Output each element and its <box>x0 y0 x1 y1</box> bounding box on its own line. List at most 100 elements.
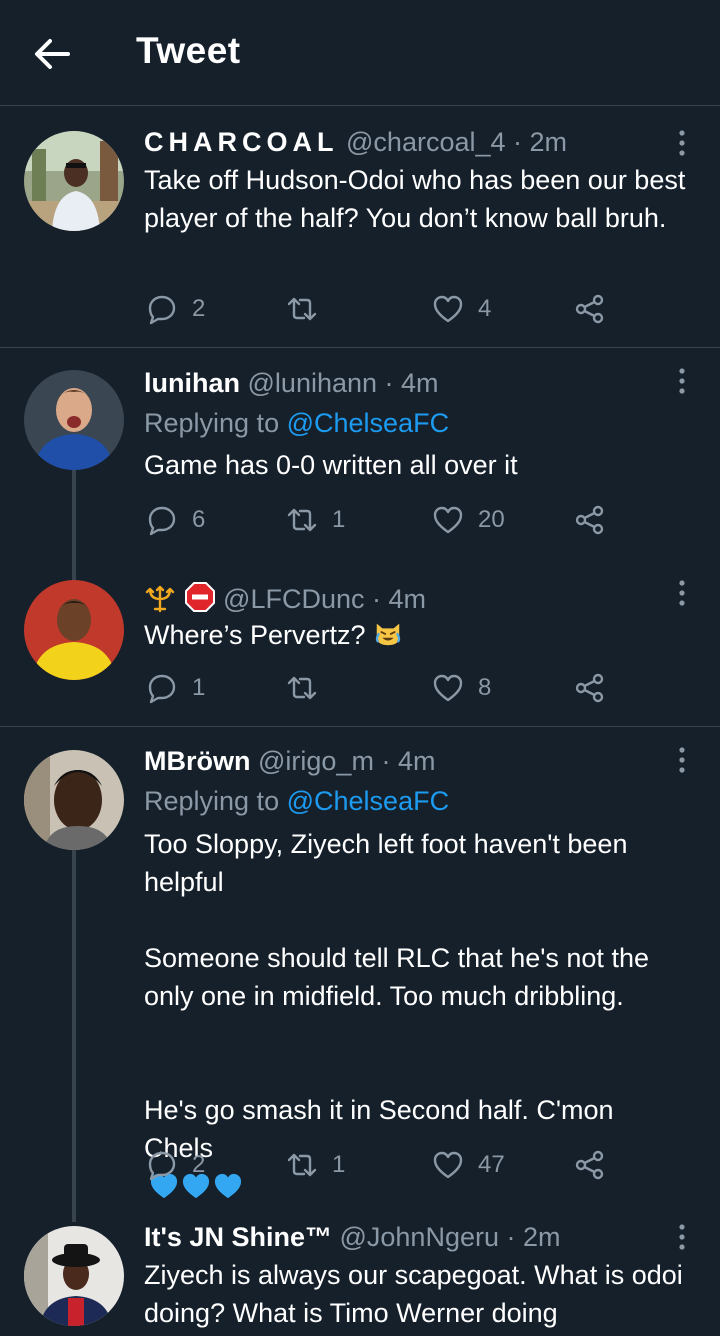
retweet-count: 1 <box>332 1151 346 1178</box>
share-button[interactable] <box>574 500 606 540</box>
tweet-actions: 2 4 <box>144 289 624 329</box>
display-name[interactable]: MBröwn <box>144 746 250 776</box>
like-count: 47 <box>478 1151 505 1178</box>
replying-to: Replying to @ChelseaFC <box>144 408 450 438</box>
share-button[interactable] <box>574 668 606 708</box>
retweet-button[interactable]: 1 <box>286 500 345 540</box>
like-button[interactable]: 20 <box>432 500 505 540</box>
more-vertical-icon <box>679 130 685 156</box>
like-count: 20 <box>478 506 505 533</box>
share-icon <box>575 505 604 535</box>
reply-count: 6 <box>192 506 206 533</box>
retweet-button[interactable] <box>286 289 332 329</box>
handle[interactable]: @charcoal_4 <box>346 127 506 157</box>
like-button[interactable]: 4 <box>432 289 491 329</box>
tweet-header: MBröwn @irigo_m · 4m <box>144 746 435 777</box>
display-name[interactable]: lunihan <box>144 368 240 398</box>
timestamp[interactable]: · 4m <box>381 746 435 776</box>
timestamp[interactable]: · 4m <box>372 584 426 614</box>
tweet-actions: 1 8 <box>144 668 624 708</box>
tweet[interactable]: @LFCDunc · 4m Where’s Pervertz? 1 8 <box>0 566 720 726</box>
reply-count: 2 <box>192 295 206 322</box>
more-vertical-icon <box>679 580 685 606</box>
reply-icon <box>148 1151 176 1181</box>
reply-count: 2 <box>192 1151 206 1178</box>
avatar[interactable] <box>24 1226 124 1326</box>
profile-photo <box>24 1226 124 1326</box>
retweet-button[interactable]: 1 <box>286 1145 345 1185</box>
display-name[interactable] <box>144 581 216 620</box>
profile-photo <box>24 750 124 850</box>
tweet[interactable]: MBröwn @irigo_m · 4m Replying to @Chelse… <box>0 727 720 1209</box>
more-vertical-icon <box>679 747 685 773</box>
avatar[interactable] <box>24 750 124 850</box>
arrow-left-icon <box>35 39 70 69</box>
reply-button[interactable]: 6 <box>146 500 205 540</box>
share-button[interactable] <box>574 1145 606 1185</box>
more-options-button[interactable] <box>668 745 696 775</box>
tweet-text: Ziyech is always our scapegoat. What is … <box>144 1260 683 1328</box>
top-bar: Tweet <box>0 0 720 106</box>
reply-count: 1 <box>192 674 206 701</box>
share-icon <box>575 294 604 324</box>
tweet[interactable]: It's JN Shine™ @JohnNgeru · 2m Ziyech is… <box>0 1209 720 1336</box>
retweet-count: 1 <box>332 506 346 533</box>
tweet-text: Game has 0-0 written all over it <box>144 450 518 480</box>
tweet-header: @LFCDunc · 4m <box>144 581 426 620</box>
more-options-button[interactable] <box>668 1222 696 1252</box>
retweet-icon <box>287 1153 317 1177</box>
more-options-button[interactable] <box>668 128 696 158</box>
timestamp[interactable]: · 2m <box>507 1222 561 1252</box>
retweet-icon <box>287 676 317 700</box>
tweet[interactable]: CHARCOAL @charcoal_4 · 2m Take off Hudso… <box>0 106 720 348</box>
handle[interactable]: @LFCDunc <box>223 584 364 614</box>
back-button[interactable] <box>30 34 74 74</box>
more-vertical-icon <box>679 368 685 394</box>
reply-button[interactable]: 2 <box>146 289 205 329</box>
share-icon <box>575 673 604 703</box>
retweet-button[interactable] <box>286 668 332 708</box>
like-button[interactable]: 8 <box>432 668 491 708</box>
like-count: 4 <box>478 295 492 322</box>
reply-button[interactable]: 2 <box>146 1145 205 1185</box>
retweet-icon <box>287 508 317 532</box>
profile-photo <box>24 370 124 470</box>
mention-link[interactable]: @ChelseaFC <box>287 786 449 816</box>
heart-icon <box>433 1151 463 1179</box>
handle[interactable]: @JohnNgeru <box>339 1222 499 1252</box>
reply-icon <box>148 295 176 325</box>
like-count: 8 <box>478 674 492 701</box>
handle[interactable]: @lunihann <box>248 368 378 398</box>
timestamp[interactable]: · 2m <box>513 127 567 157</box>
profile-photo <box>24 580 124 680</box>
avatar[interactable] <box>24 580 124 680</box>
heart-icon <box>433 674 463 702</box>
more-options-button[interactable] <box>668 578 696 608</box>
avatar[interactable] <box>24 370 124 470</box>
heart-icon <box>433 295 463 323</box>
reply-icon <box>148 506 176 536</box>
tweet-actions: 2 1 47 <box>144 1145 624 1185</box>
tweet[interactable]: lunihan @lunihann · 4m Replying to @Chel… <box>0 348 720 566</box>
display-name[interactable]: CHARCOAL <box>144 127 339 157</box>
handle[interactable]: @irigo_m <box>258 746 374 776</box>
avatar[interactable] <box>24 131 124 231</box>
trident-icon <box>145 585 175 613</box>
share-button[interactable] <box>574 289 606 329</box>
mention-link[interactable]: @ChelseaFC <box>287 408 449 438</box>
stop-sign-icon <box>184 582 215 612</box>
timestamp[interactable]: · 4m <box>385 368 439 398</box>
tweet-header: CHARCOAL @charcoal_4 · 2m <box>144 127 567 158</box>
like-button[interactable]: 47 <box>432 1145 505 1185</box>
retweet-icon <box>287 297 317 321</box>
reply-button[interactable]: 1 <box>146 668 205 708</box>
tweet-text: Where’s Pervertz? <box>144 616 704 654</box>
more-options-button[interactable] <box>668 366 696 396</box>
heart-icon <box>433 506 463 534</box>
display-name[interactable]: It's JN Shine™ <box>144 1222 332 1252</box>
crying-laughing-cat-icon <box>375 623 401 646</box>
tweet-text: Take off Hudson-Odoi who has been our be… <box>144 165 686 233</box>
tweet-header: It's JN Shine™ @JohnNgeru · 2m <box>144 1222 561 1253</box>
profile-photo <box>24 131 124 231</box>
tweet-header: lunihan @lunihann · 4m <box>144 368 439 399</box>
